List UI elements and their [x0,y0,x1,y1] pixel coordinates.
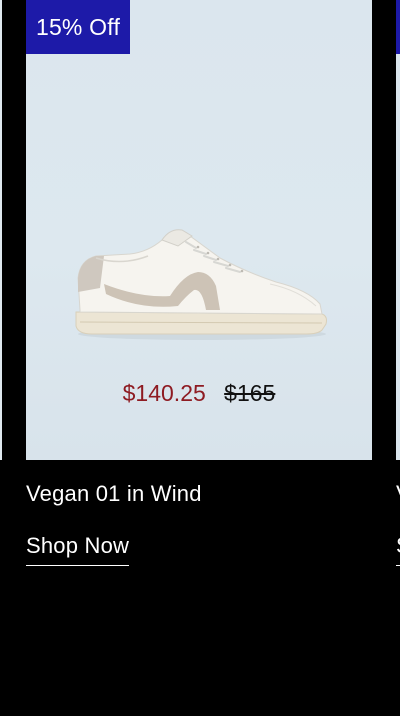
shop-now-link[interactable]: Shop Now [26,533,130,566]
product-carousel: 15% Off $140.25 $165 Vegan 01 in Wind Sh… [0,0,400,716]
next-card-shop-link[interactable]: S [396,533,400,566]
sneaker-image [75,229,327,340]
previous-card-edge[interactable] [0,0,2,460]
product-name[interactable]: Vegan 01 in Wind [26,481,202,507]
discount-badge: 15% Off [26,0,130,54]
product-card[interactable]: 15% Off $140.25 $165 Vegan 01 in Wind Sh… [26,0,372,716]
next-card-name[interactable]: V [396,481,400,507]
sale-price: $140.25 [122,380,206,406]
original-price: $165 [224,380,276,406]
product-image-area[interactable]: 15% Off $140.25 $165 [26,0,372,460]
next-card-image-edge[interactable] [396,0,400,460]
next-card-badge-edge [396,0,400,54]
price-row: $140.25 $165 [26,380,372,407]
